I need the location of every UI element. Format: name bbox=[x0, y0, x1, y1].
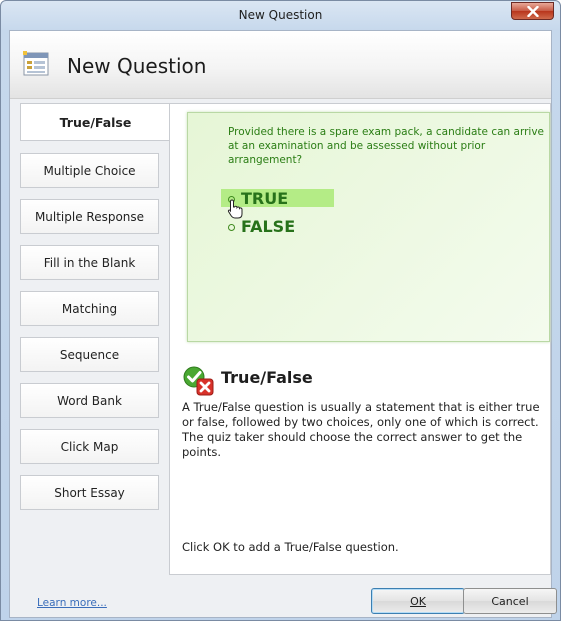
tab-sequence[interactable]: Sequence bbox=[20, 337, 159, 372]
cancel-button[interactable]: Cancel bbox=[463, 588, 557, 614]
close-button[interactable] bbox=[511, 2, 554, 20]
tab-click-map[interactable]: Click Map bbox=[20, 429, 159, 464]
title-bar[interactable]: New Question bbox=[1, 1, 560, 30]
cancel-button-label: Cancel bbox=[491, 594, 529, 608]
dialog-window: New Question New Question True/False Mul… bbox=[0, 0, 561, 621]
tab-matching[interactable]: Matching bbox=[20, 291, 159, 326]
hand-cursor-icon bbox=[227, 199, 243, 219]
tab-word-bank[interactable]: Word Bank bbox=[20, 383, 159, 418]
tab-multiple-response[interactable]: Multiple Response bbox=[20, 199, 159, 234]
info-description: A True/False question is usually a state… bbox=[182, 400, 540, 459]
preview-option-false: FALSE bbox=[241, 217, 296, 236]
learn-more-link[interactable]: Learn more... bbox=[37, 597, 107, 609]
dialog-header: New Question bbox=[10, 31, 551, 99]
tab-short-essay[interactable]: Short Essay bbox=[20, 475, 159, 510]
form-icon bbox=[23, 51, 49, 77]
info-footer: Click OK to add a True/False question. bbox=[182, 540, 399, 554]
check-cross-icon bbox=[183, 366, 215, 396]
window-title: New Question bbox=[238, 8, 323, 22]
tab-content-panel: Provided there is a spare exam pack, a c… bbox=[169, 103, 551, 575]
tab-true-false[interactable]: True/False bbox=[20, 103, 170, 141]
close-icon bbox=[512, 3, 553, 19]
radio-icon bbox=[228, 224, 235, 231]
ok-button-label: OK bbox=[410, 594, 426, 608]
ok-button[interactable]: OK bbox=[371, 588, 465, 614]
dialog-body: True/False Multiple Choice Multiple Resp… bbox=[10, 99, 557, 617]
info-title: True/False bbox=[221, 368, 313, 387]
preview-question-text: Provided there is a spare exam pack, a c… bbox=[228, 126, 545, 166]
preview-option-true: TRUE bbox=[241, 189, 289, 208]
tab-multiple-choice[interactable]: Multiple Choice bbox=[20, 153, 159, 188]
header-title: New Question bbox=[67, 54, 207, 78]
tab-fill-in-the-blank[interactable]: Fill in the Blank bbox=[20, 245, 159, 280]
dialog-client: New Question True/False Multiple Choice … bbox=[9, 30, 557, 618]
question-preview: Provided there is a spare exam pack, a c… bbox=[187, 112, 550, 342]
